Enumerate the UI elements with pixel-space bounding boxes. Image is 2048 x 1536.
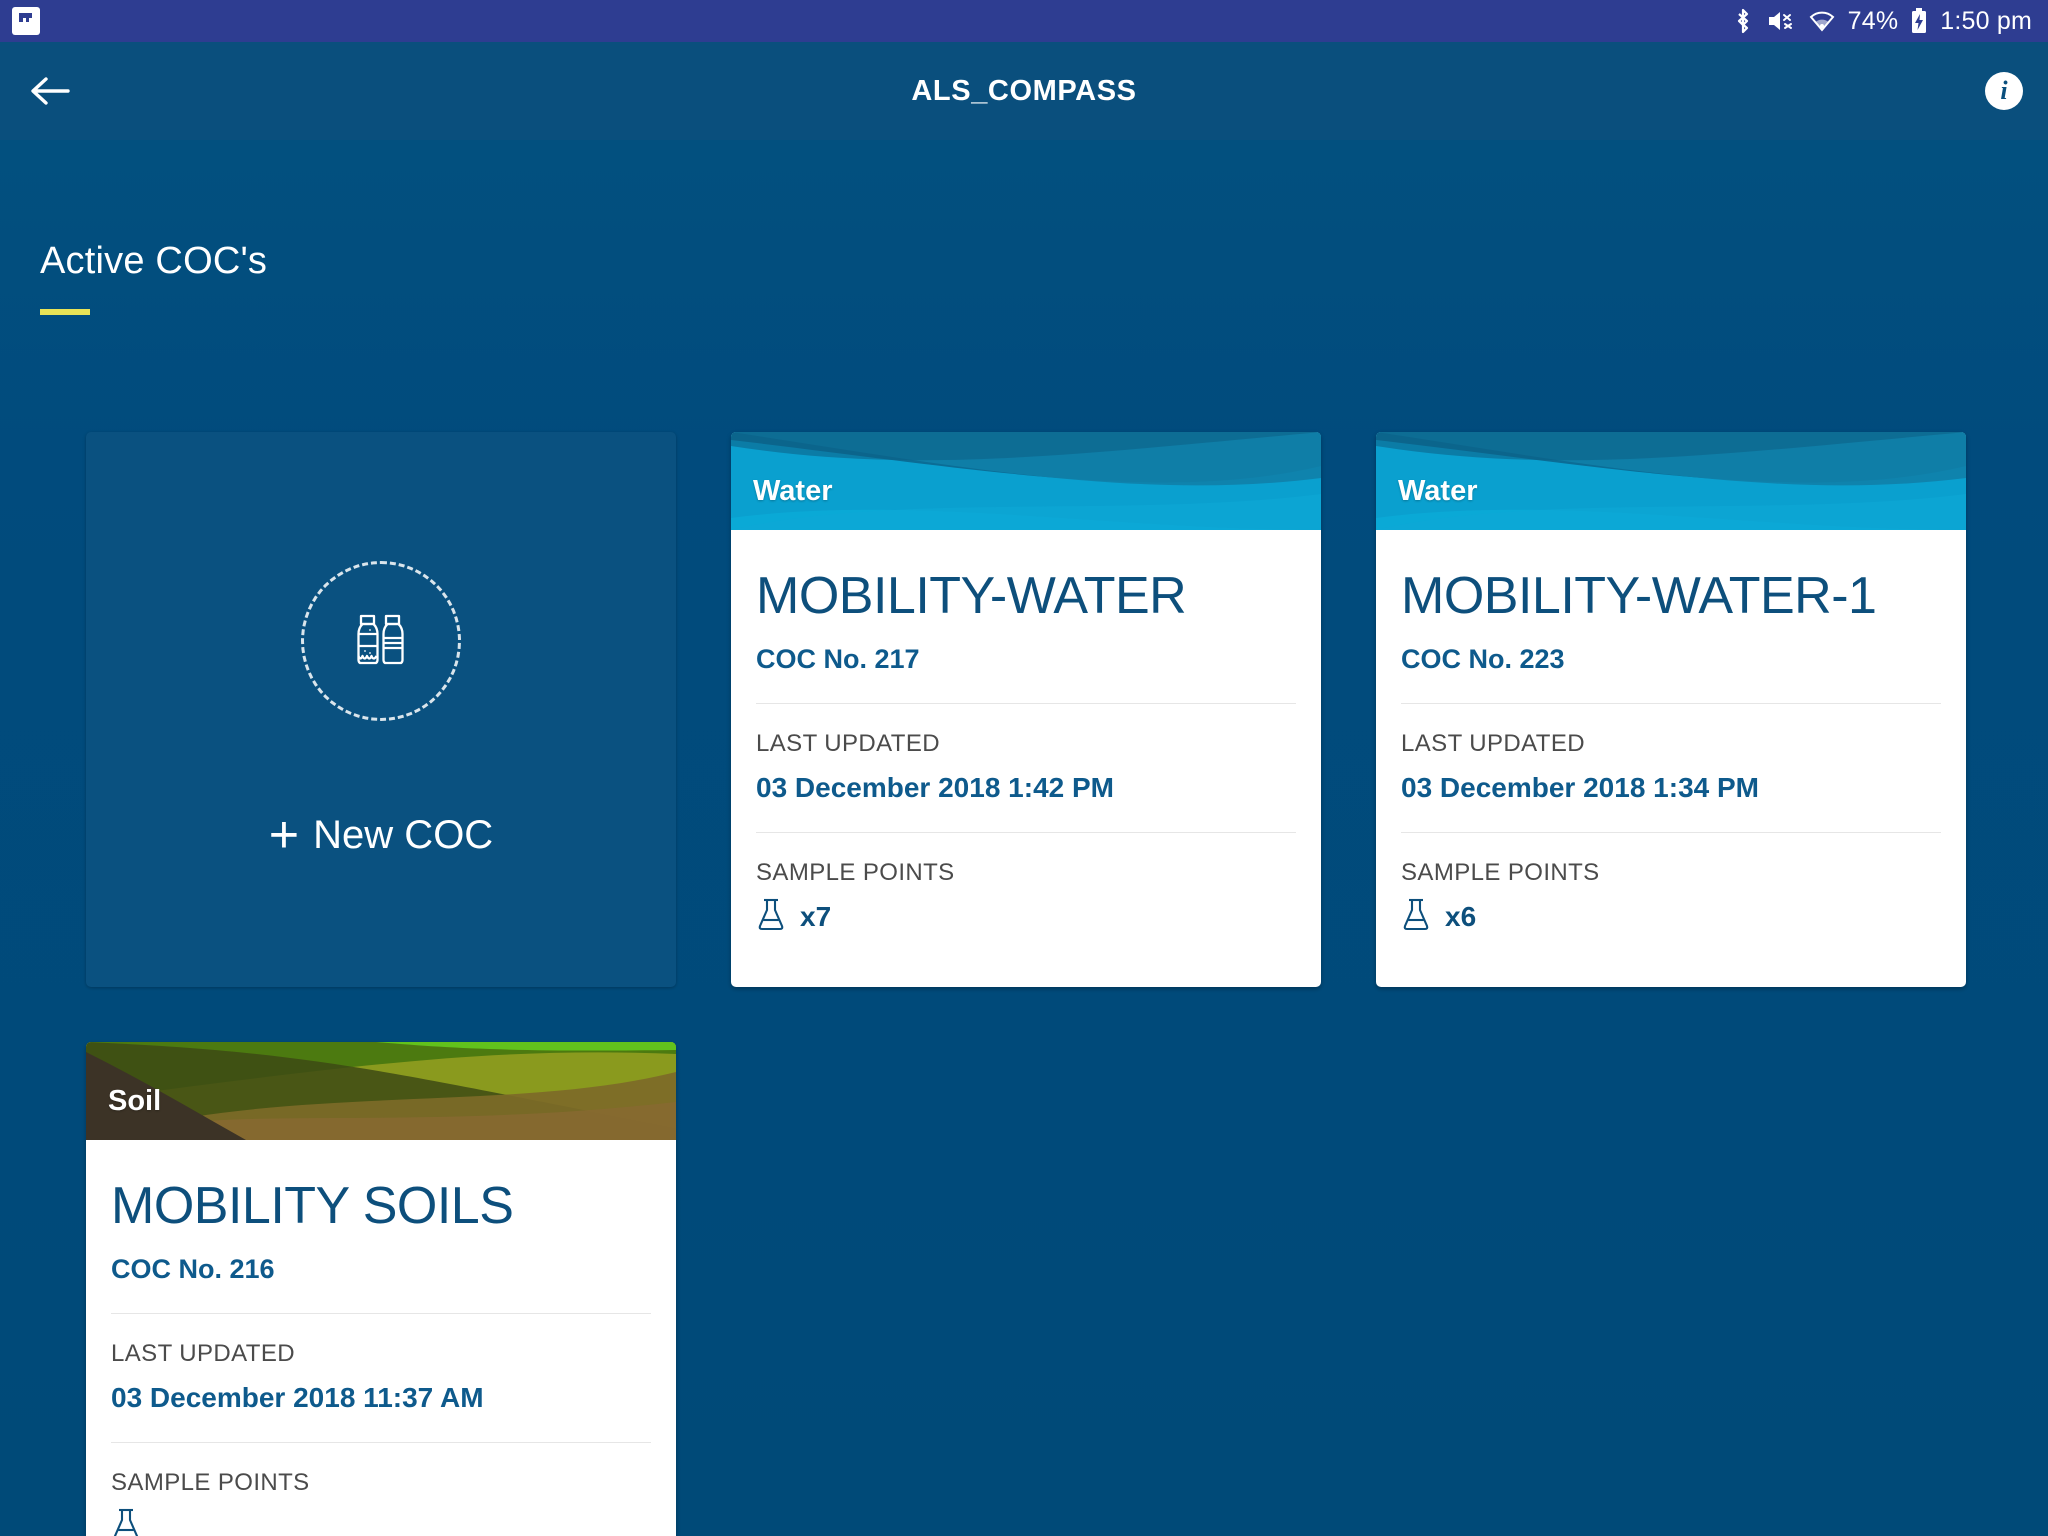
coc-name: MOBILITY SOILS [111, 1177, 514, 1235]
app-screen: 74% 1:50 pm ALS_COMPASS i Active COC's +… [0, 0, 2048, 1536]
info-icon[interactable]: i [1978, 65, 2030, 117]
section-title: Active COC's [40, 240, 268, 282]
card-banner-water: Water [1376, 432, 1966, 530]
card-banner-soil: Soil [86, 1042, 676, 1140]
battery-charging-icon [1910, 7, 1928, 35]
coc-card[interactable]: Water MOBILITY-WATER COC No. 217 LAST UP… [731, 432, 1321, 987]
page-content: Active COC's + New COC Water MOBILITY-WA… [0, 140, 2048, 1536]
card-matrix-label: Water [753, 475, 833, 507]
clock-label: 1:50 pm [1940, 6, 2032, 35]
card-body: MOBILITY-WATER COC No. 217 LAST UPDATED … [731, 530, 1321, 962]
last-updated-field: LAST UPDATED 03 December 2018 1:42 PM [756, 704, 1296, 804]
water-bottles-icon [301, 561, 461, 721]
sample-points-label: SAMPLE POINTS [756, 859, 955, 886]
section-header: Active COC's [40, 240, 267, 315]
last-updated-value: 03 December 2018 1:34 PM [1401, 772, 1759, 803]
last-updated-label: LAST UPDATED [1401, 730, 1585, 757]
last-updated-value: 03 December 2018 1:42 PM [756, 772, 1114, 803]
flask-icon [111, 1507, 141, 1536]
new-coc-label-row: + New COC [268, 805, 494, 864]
volume-muted-icon [1766, 7, 1796, 35]
coc-number: COC No. 216 [111, 1254, 275, 1284]
last-updated-label: LAST UPDATED [111, 1340, 295, 1367]
sample-points-count: x7 [800, 900, 832, 932]
coc-name: MOBILITY-WATER-1 [1401, 567, 1877, 625]
sample-points-row: x7 [756, 887, 1296, 936]
flask-icon [756, 897, 786, 936]
info-glyph: i [1985, 72, 2023, 110]
sample-points-field: SAMPLE POINTS [1401, 833, 1941, 962]
back-arrow-icon[interactable] [14, 55, 86, 127]
coc-card[interactable]: Water MOBILITY-WATER-1 COC No. 223 LAST … [1376, 432, 1966, 987]
sample-points-label: SAMPLE POINTS [1401, 859, 1600, 886]
app-bar: ALS_COMPASS i [0, 42, 2048, 140]
bluetooth-icon [1732, 7, 1754, 35]
last-updated-field: LAST UPDATED 03 December 2018 1:34 PM [1401, 704, 1941, 804]
card-body: MOBILITY SOILS COC No. 216 LAST UPDATED … [86, 1140, 676, 1536]
card-body: MOBILITY-WATER-1 COC No. 223 LAST UPDATE… [1376, 530, 1966, 962]
battery-percent-label: 74% [1847, 6, 1899, 35]
last-updated-label: LAST UPDATED [756, 730, 940, 757]
card-matrix-label: Soil [108, 1085, 162, 1117]
section-accent-underline [40, 309, 90, 315]
coc-number: COC No. 217 [756, 644, 920, 674]
sample-points-count: x6 [1445, 900, 1477, 932]
plus-icon: + [268, 805, 300, 864]
coc-card[interactable]: Soil MOBILITY SOILS COC No. 216 LAST UPD… [86, 1042, 676, 1536]
sample-points-row [111, 1497, 651, 1536]
sample-points-label: SAMPLE POINTS [111, 1469, 310, 1496]
flask-icon [1401, 897, 1431, 936]
coc-card-grid: + New COC Water MOBILITY-WATER COC No. 2… [86, 432, 1966, 1536]
soil-landscape-graphic [86, 1042, 676, 1140]
sample-points-row: x6 [1401, 887, 1941, 936]
flipboard-notification-icon [12, 7, 40, 35]
last-updated-field: LAST UPDATED 03 December 2018 11:37 AM [111, 1314, 651, 1414]
sample-points-field: SAMPLE POINTS [111, 1443, 651, 1536]
wifi-icon [1808, 8, 1836, 34]
card-matrix-label: Water [1398, 475, 1478, 507]
coc-number: COC No. 223 [1401, 644, 1565, 674]
new-coc-label: New COC [313, 813, 494, 857]
new-coc-button[interactable]: + New COC [86, 432, 676, 987]
status-bar-notifications [0, 7, 40, 35]
status-bar-indicators: 74% 1:50 pm [1732, 7, 2048, 36]
card-banner-water: Water [731, 432, 1321, 530]
coc-name: MOBILITY-WATER [756, 567, 1187, 625]
android-status-bar: 74% 1:50 pm [0, 0, 2048, 42]
sample-points-field: SAMPLE POINTS [756, 833, 1296, 962]
last-updated-value: 03 December 2018 11:37 AM [111, 1382, 484, 1413]
page-title: ALS_COMPASS [911, 74, 1137, 107]
